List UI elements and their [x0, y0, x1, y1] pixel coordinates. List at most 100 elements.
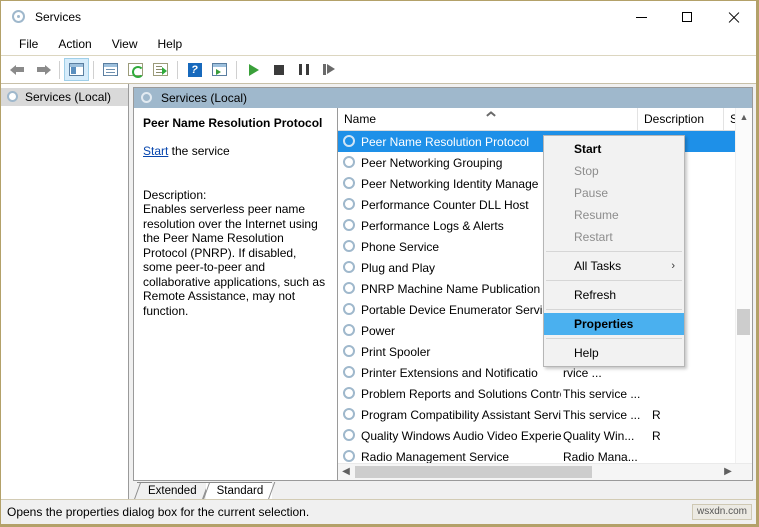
show-action-pane-button[interactable] [207, 58, 232, 81]
start-service-icon [249, 64, 259, 76]
service-name-cell: Problem Reports and Solutions Control Pa… [361, 387, 561, 401]
toolbar-separator [93, 61, 94, 79]
service-name-cell: Portable Device Enumerator Servi [361, 303, 561, 317]
service-gear-icon [342, 323, 358, 339]
column-header-name[interactable]: Name [338, 108, 638, 130]
context-menu-item-properties[interactable]: Properties [544, 313, 684, 335]
context-menu-item-label: Resume [574, 208, 619, 222]
minimize-button[interactable] [618, 1, 664, 33]
context-menu-item-refresh[interactable]: Refresh [544, 284, 684, 306]
service-gear-icon [342, 239, 358, 255]
restart-service-icon [323, 64, 335, 75]
service-name-cell: Program Compatibility Assistant Service [361, 408, 561, 422]
tab-standard[interactable]: Standard [206, 482, 273, 499]
show-action-pane-icon [212, 63, 227, 76]
menu-file[interactable]: File [9, 35, 48, 53]
close-button[interactable] [710, 1, 756, 33]
close-icon [728, 12, 739, 23]
context-menu-item-label: Refresh [574, 288, 616, 302]
watermark: wsxdn.com [692, 504, 752, 520]
column-header-description[interactable]: Description [638, 108, 724, 130]
sort-ascending-icon [486, 111, 495, 117]
service-name-cell: Power [361, 324, 561, 338]
menu-action[interactable]: Action [48, 35, 101, 53]
restart-service-button[interactable] [316, 58, 341, 81]
context-menu-item-label: Start [574, 142, 601, 156]
tree-item-label: Services (Local) [25, 90, 111, 104]
list-column-header: Name Description S [338, 108, 752, 131]
table-row[interactable]: Quality Windows Audio Video ExperienceQu… [338, 425, 752, 446]
service-gear-icon [342, 218, 358, 234]
horizontal-scrollbar[interactable]: ◀ ▶ [338, 463, 752, 480]
forward-icon [35, 64, 51, 76]
help-button[interactable]: ? [182, 58, 207, 81]
vertical-scrollbar[interactable]: ▲ ▼ [735, 108, 752, 480]
console-tree-pane: Services (Local) [1, 84, 129, 499]
tab-extended[interactable]: Extended [137, 482, 206, 499]
service-gear-icon [342, 428, 358, 444]
status-bar-text: Opens the properties dialog box for the … [7, 505, 309, 519]
stop-service-icon [274, 65, 284, 75]
pause-service-button[interactable] [291, 58, 316, 81]
service-description-cell: This service ... [561, 408, 649, 422]
context-menu-item-all-tasks[interactable]: All Tasks› [544, 255, 684, 277]
menu-separator [546, 280, 682, 281]
maximize-button[interactable] [664, 1, 710, 33]
menu-bar: File Action View Help [1, 33, 756, 55]
service-gear-icon [342, 407, 358, 423]
service-gear-icon [342, 281, 358, 297]
context-menu-item-label: Pause [574, 186, 608, 200]
context-menu-item-help[interactable]: Help [544, 342, 684, 364]
start-service-link[interactable]: Start [143, 144, 168, 158]
start-service-button[interactable] [241, 58, 266, 81]
stop-service-button[interactable] [266, 58, 291, 81]
table-row[interactable]: Program Compatibility Assistant ServiceT… [338, 404, 752, 425]
menu-help[interactable]: Help [148, 35, 193, 53]
scroll-right-button[interactable]: ▶ [720, 464, 736, 480]
scroll-up-button[interactable]: ▲ [736, 108, 752, 125]
service-description-cell: rvice ... [561, 366, 649, 380]
context-menu-item-pause: Pause [544, 182, 684, 204]
service-description-cell: Radio Mana... [561, 450, 649, 464]
window-controls [618, 1, 756, 33]
refresh-button[interactable] [123, 58, 148, 81]
window-title: Services [35, 10, 81, 24]
service-description-cell: This service ... [561, 387, 649, 401]
toolbar-separator [177, 61, 178, 79]
services-gear-icon [6, 90, 21, 105]
table-row[interactable]: Radio Management ServiceRadio Mana... [338, 446, 752, 463]
service-description-cell: Quality Win... [561, 429, 649, 443]
mmc-header-label: Services (Local) [161, 91, 247, 105]
context-menu-item-label: Properties [574, 317, 633, 331]
forward-button[interactable] [30, 58, 55, 81]
context-menu-item-stop: Stop [544, 160, 684, 182]
service-name-cell: Quality Windows Audio Video Experience [361, 429, 561, 443]
horizontal-scroll-thumb[interactable] [355, 466, 592, 478]
service-gear-icon [342, 344, 358, 360]
refresh-icon [128, 63, 143, 76]
service-name-cell: Print Spooler [361, 345, 561, 359]
start-service-suffix: the service [168, 144, 229, 158]
service-name-cell: Performance Counter DLL Host [361, 198, 561, 212]
context-menu-item-label: Restart [574, 230, 613, 244]
back-button[interactable] [5, 58, 30, 81]
toolbar-separator [236, 61, 237, 79]
context-menu-item-start[interactable]: Start [544, 138, 684, 160]
service-name-cell: Phone Service [361, 240, 561, 254]
service-gear-icon [342, 302, 358, 318]
scroll-left-button[interactable]: ◀ [338, 464, 354, 480]
table-row[interactable]: Problem Reports and Solutions Control Pa… [338, 383, 752, 404]
vertical-scroll-thumb[interactable] [737, 309, 750, 335]
menu-view[interactable]: View [102, 35, 148, 53]
show-hide-console-tree-button[interactable] [64, 58, 89, 81]
properties-button[interactable] [98, 58, 123, 81]
submenu-arrow-icon: › [671, 255, 675, 277]
context-menu-item-restart: Restart [544, 226, 684, 248]
context-menu: Start Stop Pause Resume Restart All Tasks› Ref… [543, 135, 685, 367]
export-list-button[interactable] [148, 58, 173, 81]
tree-item-services-local[interactable]: Services (Local) [1, 88, 128, 106]
service-name-cell: Peer Networking Identity Manage [361, 177, 561, 191]
menu-separator [546, 309, 682, 310]
context-menu-item-label: Stop [574, 164, 599, 178]
context-menu-item-label: Help [574, 346, 599, 360]
